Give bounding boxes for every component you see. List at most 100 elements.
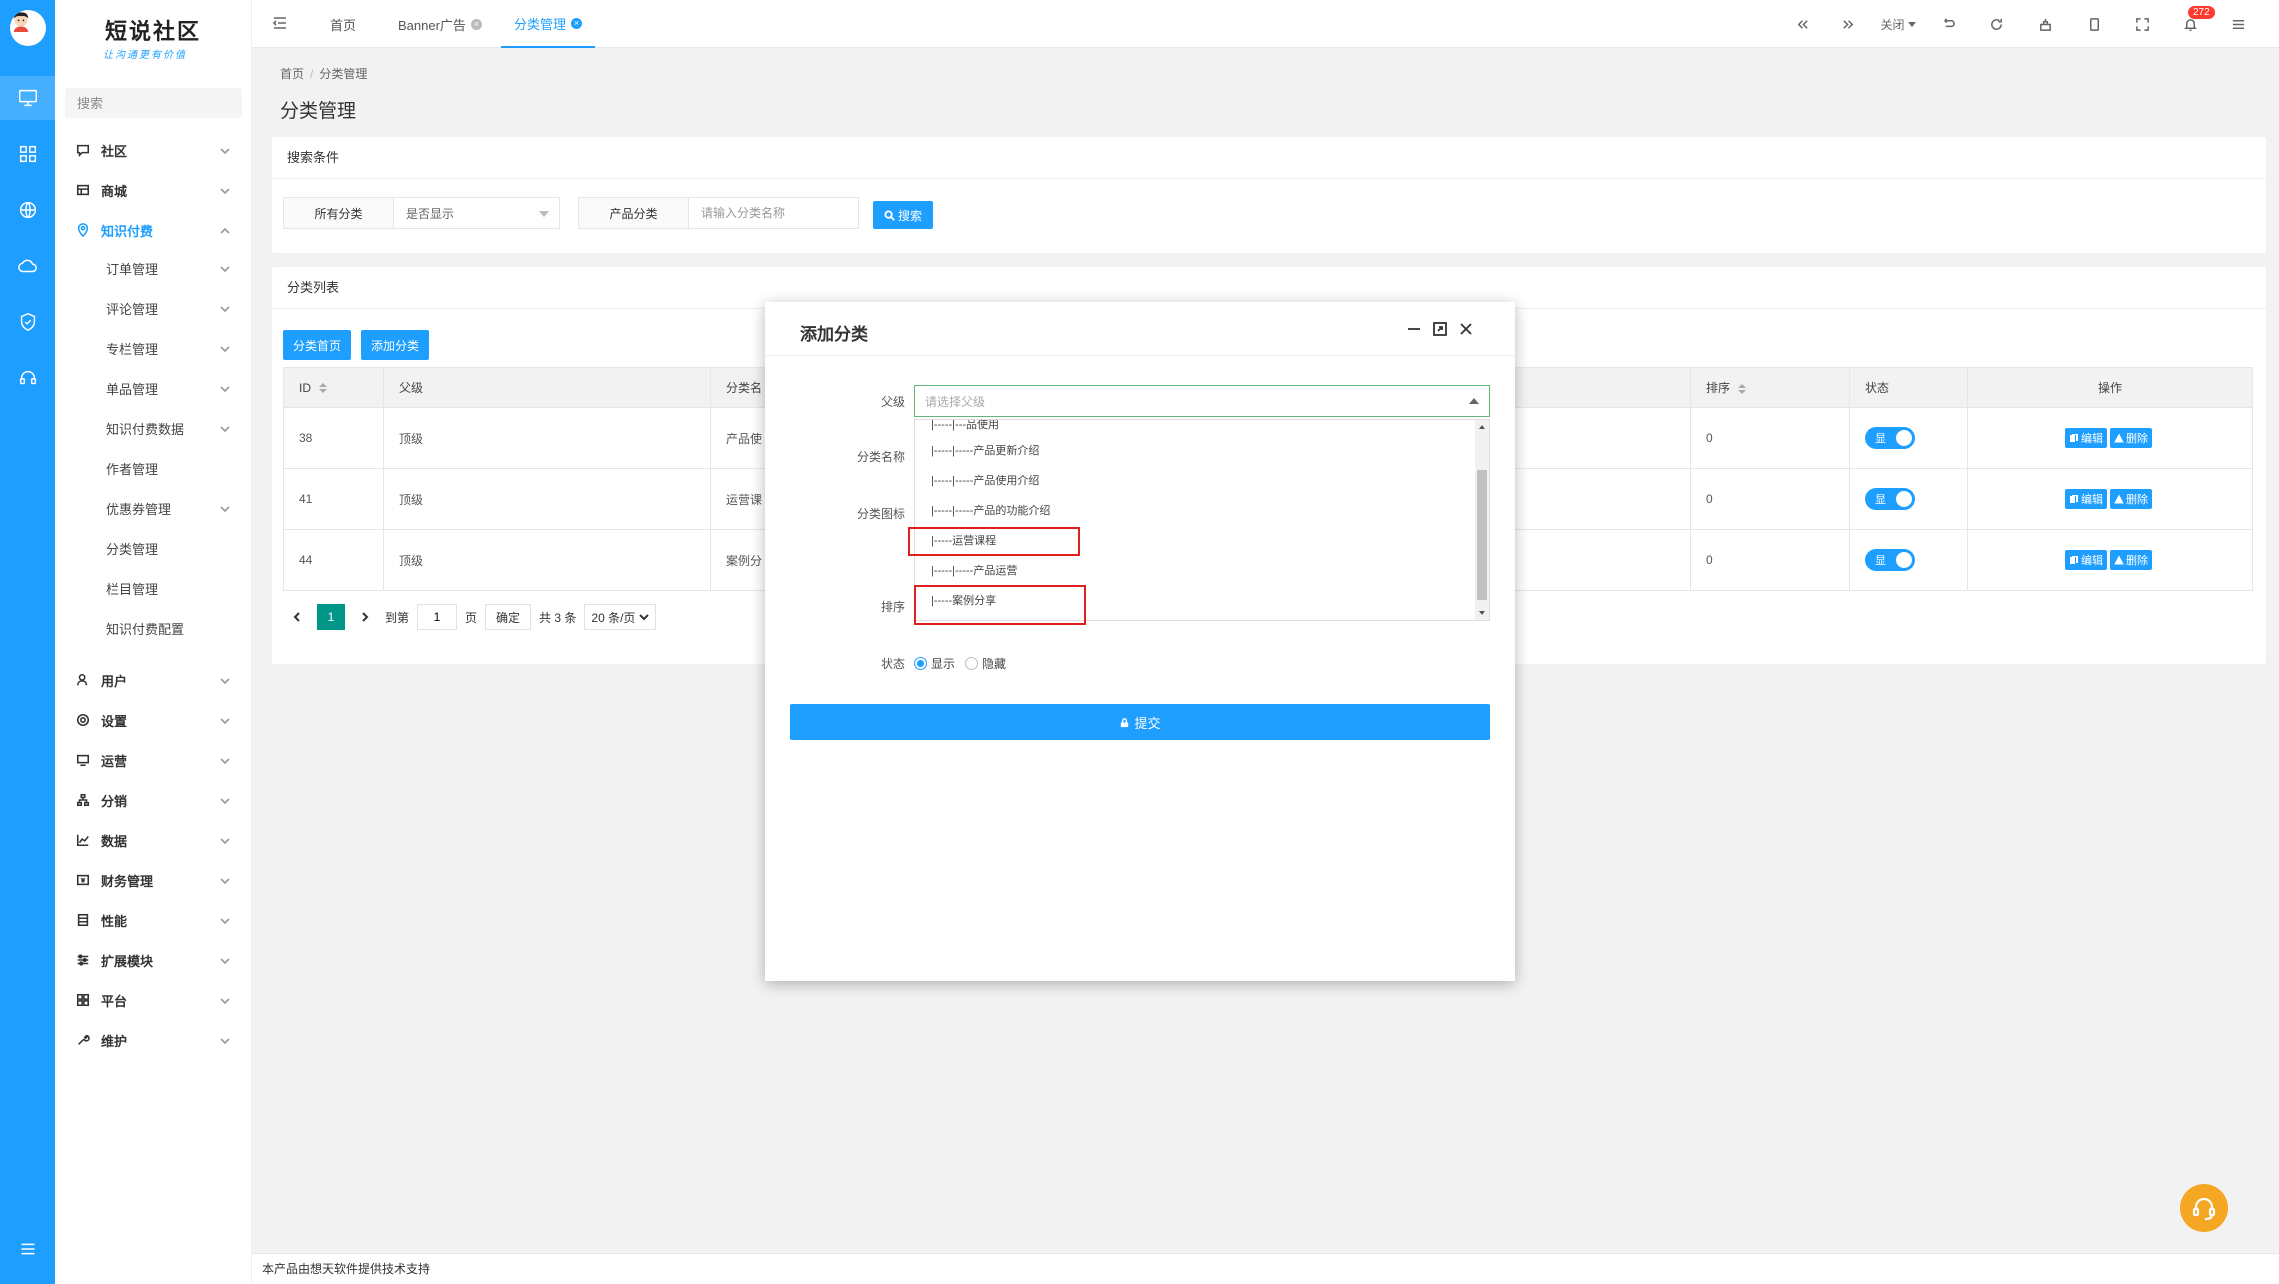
delete-button[interactable]: 删除 — [2110, 428, 2152, 448]
sidebar-search-input[interactable] — [77, 95, 253, 111]
chevron-down-icon — [220, 302, 230, 313]
next-page-icon[interactable] — [351, 604, 379, 630]
sidebar-item-knowledge-config[interactable]: 知识付费配置 — [55, 608, 252, 648]
sidebar-item-section-management[interactable]: 栏目管理 — [55, 568, 252, 608]
parent-select[interactable]: 请选择父级 — [914, 385, 1490, 417]
status-toggle[interactable]: 显 — [1865, 427, 1915, 449]
dropdown-scrollbar[interactable] — [1475, 420, 1489, 620]
edit-button[interactable]: 编辑 — [2065, 550, 2107, 570]
dropdown-option[interactable]: |-----|-----产品运营 — [931, 562, 1017, 578]
menu-icon[interactable] — [2228, 14, 2248, 34]
column-ops: 操作 — [1967, 367, 2253, 408]
maximize-icon[interactable] — [1431, 320, 1449, 338]
footer: 本产品由想天软件提供技术支持 — [252, 1253, 2279, 1284]
prev-page-icon[interactable] — [283, 604, 311, 630]
sidebar-item-column-management[interactable]: 专栏管理 — [55, 328, 252, 368]
menu-item-platform[interactable]: 平台 — [55, 980, 252, 1020]
menu-item-settings[interactable]: 设置 — [55, 700, 252, 740]
dropdown-option[interactable]: |-----|-----产品的功能介绍 — [931, 502, 1050, 518]
shield-icon[interactable] — [0, 300, 55, 344]
delete-button[interactable]: 删除 — [2110, 550, 2152, 570]
sidebar-search[interactable] — [65, 88, 253, 118]
breadcrumb-home[interactable]: 首页 — [280, 67, 304, 81]
close-icon[interactable]: × — [571, 17, 583, 29]
goto-page-input[interactable] — [417, 604, 458, 630]
scroll-right-icon[interactable] — [1838, 14, 1858, 34]
mobile-icon[interactable] — [2084, 14, 2104, 34]
category-name-field[interactable] — [689, 198, 858, 228]
fullscreen-icon[interactable] — [2132, 14, 2152, 34]
visibility-filter[interactable]: 所有分类 是否显示 — [283, 197, 560, 229]
status-toggle[interactable]: 显 — [1865, 549, 1915, 571]
scroll-down-icon[interactable] — [1479, 611, 1485, 615]
menu-item-operations[interactable]: 运营 — [55, 740, 252, 780]
dropdown-option[interactable]: |-----|-----产品使用介绍 — [931, 472, 1039, 488]
status-toggle[interactable]: 显 — [1865, 488, 1915, 510]
sidebar-item-single-management[interactable]: 单品管理 — [55, 368, 252, 408]
add-category-button[interactable]: 添加分类 — [361, 330, 429, 360]
dropdown-option[interactable]: |-----|---品使用 — [931, 420, 999, 432]
column-sort[interactable]: 排序 — [1690, 367, 1850, 408]
fold-sidebar-icon[interactable] — [272, 15, 290, 33]
avatar[interactable] — [10, 10, 46, 46]
chevron-down-icon — [220, 382, 230, 393]
visibility-select[interactable]: 是否显示 — [394, 198, 559, 228]
submit-button[interactable]: 提交 — [790, 704, 1490, 740]
close-icon[interactable]: × — [470, 18, 482, 30]
radio-show[interactable] — [914, 657, 927, 670]
tab-home[interactable]: 首页 — [330, 0, 356, 48]
chevron-down-icon — [220, 914, 230, 925]
goto-confirm-button[interactable]: 确定 — [485, 604, 532, 630]
delete-button[interactable]: 删除 — [2110, 489, 2152, 509]
sidebar-item-knowledge-data[interactable]: 知识付费数据 — [55, 408, 252, 448]
menu-item-performance[interactable]: 性能 — [55, 900, 252, 940]
monitor-icon[interactable] — [0, 76, 55, 120]
menu-item-community[interactable]: 社区 — [55, 130, 252, 170]
sidebar-item-author-management[interactable]: 作者管理 — [55, 448, 252, 488]
menu-item-distribution[interactable]: 分销 — [55, 780, 252, 820]
clear-cache-icon[interactable] — [2035, 14, 2055, 34]
undo-icon[interactable] — [1938, 14, 1958, 34]
search-button[interactable]: 搜索 — [873, 201, 933, 229]
chevron-down-icon — [220, 502, 230, 513]
sidebar-item-comment-management[interactable]: 评论管理 — [55, 288, 252, 328]
refresh-icon[interactable] — [1986, 14, 2006, 34]
menu-item-data[interactable]: 数据 — [55, 820, 252, 860]
sort-icon[interactable] — [319, 383, 327, 394]
radio-hide[interactable] — [965, 657, 979, 670]
menu-item-extensions[interactable]: 扩展模块 — [55, 940, 252, 980]
sidebar-item-order-management[interactable]: 订单管理 — [55, 248, 252, 288]
edit-button[interactable]: 编辑 — [2065, 428, 2107, 448]
menu-item-finance[interactable]: 财务管理 — [55, 860, 252, 900]
globe-icon[interactable] — [0, 188, 55, 232]
menu-icon[interactable] — [0, 1227, 55, 1271]
cell-ops: 编辑 删除 — [1967, 468, 2253, 530]
close-tabs-dropdown[interactable]: 关闭 — [1876, 14, 1920, 34]
dropdown-option[interactable]: |-----|-----产品更新介绍 — [931, 442, 1039, 458]
sidebar-item-coupon-management[interactable]: 优惠券管理 — [55, 488, 252, 528]
search-card: 搜索条件 所有分类 是否显示 产品分类 搜索 — [272, 137, 2266, 253]
scroll-up-icon[interactable] — [1479, 425, 1485, 429]
headset-icon[interactable] — [0, 356, 55, 400]
sidebar-item-category-management[interactable]: 分类管理 — [55, 528, 252, 568]
menu-item-mall[interactable]: 商城 — [55, 170, 252, 210]
page-size-select[interactable]: 20 条/页 — [584, 604, 657, 630]
scroll-left-icon[interactable] — [1792, 14, 1812, 34]
minimize-icon[interactable] — [1405, 320, 1423, 338]
tab-category-management[interactable]: 分类管理 × — [501, 0, 596, 48]
category-home-button[interactable]: 分类首页 — [283, 330, 351, 360]
menu-item-users[interactable]: 用户 — [55, 660, 252, 700]
edit-button[interactable]: 编辑 — [2065, 489, 2107, 509]
scrollbar-thumb[interactable] — [1477, 470, 1487, 600]
cloud-icon[interactable] — [0, 244, 55, 288]
menu-item-maintenance[interactable]: 维护 — [55, 1020, 252, 1060]
current-page[interactable]: 1 — [317, 604, 345, 630]
sort-icon[interactable] — [1738, 383, 1747, 394]
close-icon[interactable] — [1457, 320, 1475, 338]
customer-service-button[interactable] — [2180, 1184, 2228, 1232]
column-id[interactable]: ID — [283, 367, 384, 408]
category-name-input[interactable] — [701, 206, 846, 220]
menu-item-knowledge-pay[interactable]: 知识付费 — [55, 210, 252, 250]
apps-icon[interactable] — [0, 132, 55, 176]
tab-banner[interactable]: Banner广告 × — [398, 0, 482, 48]
